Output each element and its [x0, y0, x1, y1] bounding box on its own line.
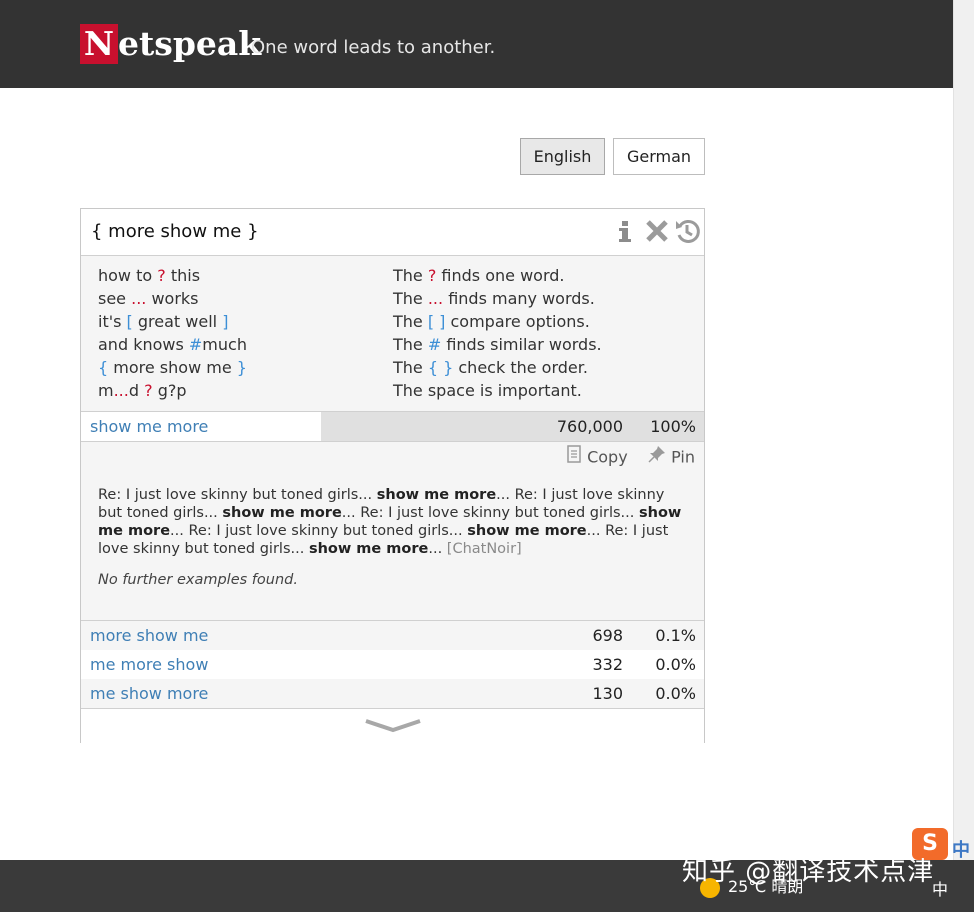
- help-example[interactable]: { more show me }: [98, 356, 247, 379]
- copy-button[interactable]: Copy: [566, 445, 628, 470]
- help-example[interactable]: m...d ? g?p: [98, 379, 187, 402]
- clear-icon[interactable]: [643, 217, 671, 245]
- pin-icon: [648, 446, 666, 467]
- slogan: One word leads to another.: [251, 37, 496, 58]
- help-explanation: The ... finds many words.: [393, 289, 595, 308]
- english-button[interactable]: English: [520, 138, 605, 175]
- help-example[interactable]: how to ? this: [98, 264, 200, 287]
- result-details: Copy Pin Re: I just love skinny but tone…: [81, 442, 704, 621]
- result-row[interactable]: me show more 130 0.0%: [81, 679, 704, 708]
- result-row[interactable]: more show me 698 0.1%: [81, 621, 704, 650]
- help-example[interactable]: and knows #much: [98, 333, 247, 356]
- ime-language-indicator[interactable]: 中: [952, 836, 970, 862]
- help-example[interactable]: see ... works: [98, 287, 199, 310]
- help-explanation: The [ ] compare options.: [393, 312, 590, 331]
- help-explanation: The # finds similar words.: [393, 335, 602, 354]
- site-header: Netspeak One word leads to another.: [0, 0, 953, 88]
- info-icon[interactable]: [611, 217, 639, 245]
- result-phrase[interactable]: me more show: [90, 650, 208, 679]
- chevron-down-icon[interactable]: [364, 718, 422, 734]
- query-help: how to ? this see ... works it's [ great…: [81, 256, 704, 411]
- result-frequency: 698: [592, 626, 623, 645]
- example-source-link[interactable]: [ChatNoir]: [447, 541, 522, 557]
- result-percent: 0.1%: [655, 626, 696, 645]
- german-button[interactable]: German: [613, 138, 705, 175]
- page-scrollbar[interactable]: [953, 0, 974, 860]
- help-example[interactable]: it's [ great well ]: [98, 310, 228, 333]
- history-icon[interactable]: [673, 217, 701, 245]
- result-frequency: 130: [592, 684, 623, 703]
- help-explanation: The { } check the order.: [393, 358, 588, 377]
- result-phrase[interactable]: more show me: [90, 621, 208, 650]
- pin-label: Pin: [671, 447, 695, 467]
- example-snippet: Re: I just love skinny but toned girls..…: [98, 487, 682, 557]
- query-input[interactable]: { more show me }: [91, 220, 259, 244]
- search-panel: { more show me } how to ? this see ... w…: [80, 208, 705, 743]
- result-phrase[interactable]: show me more: [90, 412, 208, 441]
- copy-label: Copy: [587, 447, 628, 467]
- copy-icon: [566, 445, 582, 467]
- watermark: 知乎 @翻译技术点津: [682, 857, 935, 887]
- result-row-selected[interactable]: show me more 760,000 100%: [81, 411, 704, 442]
- result-percent: 100%: [650, 417, 696, 436]
- help-explanation: The space is important.: [393, 381, 582, 400]
- no-more-examples: No further examples found.: [98, 572, 298, 588]
- pin-button[interactable]: Pin: [648, 445, 695, 470]
- result-frequency: 332: [592, 655, 623, 674]
- result-percent: 0.0%: [655, 684, 696, 703]
- result-percent: 0.0%: [655, 655, 696, 674]
- load-more[interactable]: [81, 708, 704, 743]
- query-bar: { more show me }: [81, 209, 704, 256]
- result-row[interactable]: me more show 332 0.0%: [81, 650, 704, 679]
- result-phrase[interactable]: me show more: [90, 679, 208, 708]
- help-explanation: The ? finds one word.: [393, 266, 565, 285]
- tray-ime-indicator[interactable]: 中: [932, 876, 948, 900]
- result-frequency: 760,000: [556, 417, 623, 436]
- logo-text: etspeak: [118, 24, 262, 63]
- netspeak-logo[interactable]: Netspeak: [80, 24, 261, 64]
- logo-initial: N: [80, 24, 118, 64]
